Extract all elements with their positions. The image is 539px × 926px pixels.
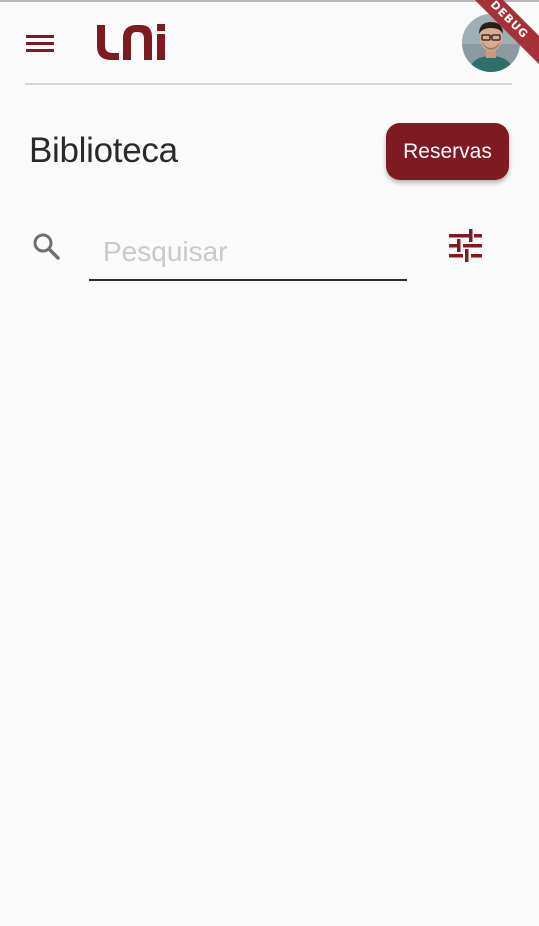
header-divider	[25, 83, 512, 85]
app-bar	[0, 2, 539, 84]
search-input[interactable]	[89, 225, 407, 281]
reservas-button[interactable]: Reservas	[386, 123, 509, 180]
menu-icon[interactable]	[20, 24, 60, 60]
uni-logo	[94, 20, 168, 64]
tune-filter-icon[interactable]	[444, 226, 486, 266]
search-icon	[31, 231, 61, 261]
page-title: Biblioteca	[29, 131, 178, 170]
user-avatar[interactable]	[462, 14, 520, 72]
